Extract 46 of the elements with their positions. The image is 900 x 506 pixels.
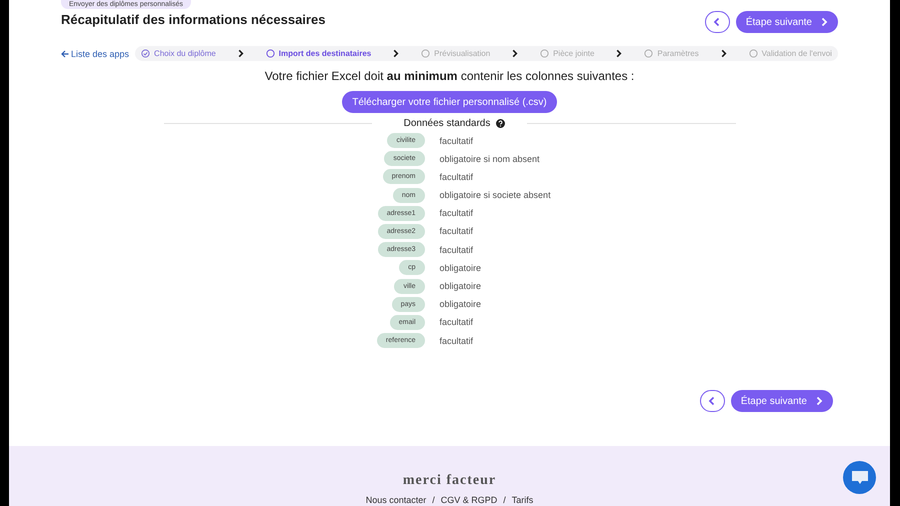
circle-icon xyxy=(748,49,758,58)
step-tab[interactable]: Import des destinataires xyxy=(266,49,372,58)
column-requirement: facultatif xyxy=(440,244,474,255)
circle-icon xyxy=(266,49,275,58)
circle-icon xyxy=(540,49,550,58)
chevron-right-icon xyxy=(814,396,824,406)
arrow-left-icon xyxy=(61,50,69,58)
instruction-heading: Votre fichier Excel doit au minimum contenir les colonnes suivantes : xyxy=(264,69,634,83)
step-tab[interactable]: Choix du diplôme xyxy=(141,49,216,58)
footer-link[interactable]: Nous contacter xyxy=(366,495,426,505)
download-csv-button[interactable]: Télécharger votre fichier personnalisé (.csv) xyxy=(342,91,557,113)
column-requirement: facultatif xyxy=(440,336,474,346)
column-requirement: facultatif xyxy=(440,172,474,182)
chevron-right-icon xyxy=(819,17,829,27)
column-requirement: facultatif xyxy=(440,136,474,146)
footer-logo: merci facteur xyxy=(402,473,496,489)
column-requirement: obligatoire xyxy=(440,299,482,310)
column-requirement: facultatif xyxy=(440,208,474,218)
chevron-right-icon xyxy=(236,49,245,58)
column-requirement: facultatif xyxy=(440,317,474,328)
back-link[interactable]: Liste des apps xyxy=(61,48,130,58)
circle-icon xyxy=(644,49,654,58)
help-icon[interactable] xyxy=(496,119,506,128)
page-title: Récapitulatif des informations nécessaires xyxy=(61,12,326,27)
chevron-right-icon xyxy=(511,49,520,58)
check-circle-icon xyxy=(141,49,150,58)
chevron-right-icon xyxy=(392,49,400,58)
footer-link[interactable]: CGV & RGPD xyxy=(440,495,498,505)
chat-button[interactable] xyxy=(843,461,876,494)
column-requirement: facultatif xyxy=(440,226,474,236)
footer-link[interactable]: Tarifs xyxy=(512,495,534,505)
circle-icon xyxy=(421,49,430,58)
column-requirement: obligatoire si societe absent xyxy=(440,190,551,200)
column-requirement: obligatoire si nom absent xyxy=(440,154,540,164)
previous-button[interactable] xyxy=(700,390,725,412)
link-separator: / xyxy=(503,495,506,505)
section-title: Données standards xyxy=(404,118,490,129)
chevron-right-icon xyxy=(720,49,728,58)
column-requirement: obligatoire xyxy=(440,262,482,273)
link-separator: / xyxy=(432,495,435,505)
previous-button[interactable] xyxy=(704,11,730,33)
next-step-button[interactable]: Étape suivante xyxy=(730,390,833,412)
chat-bubble-icon xyxy=(850,470,868,486)
chevron-right-icon xyxy=(615,49,624,58)
next-step-button[interactable]: Étape suivante xyxy=(736,11,838,33)
column-requirement: obligatoire xyxy=(440,281,482,291)
